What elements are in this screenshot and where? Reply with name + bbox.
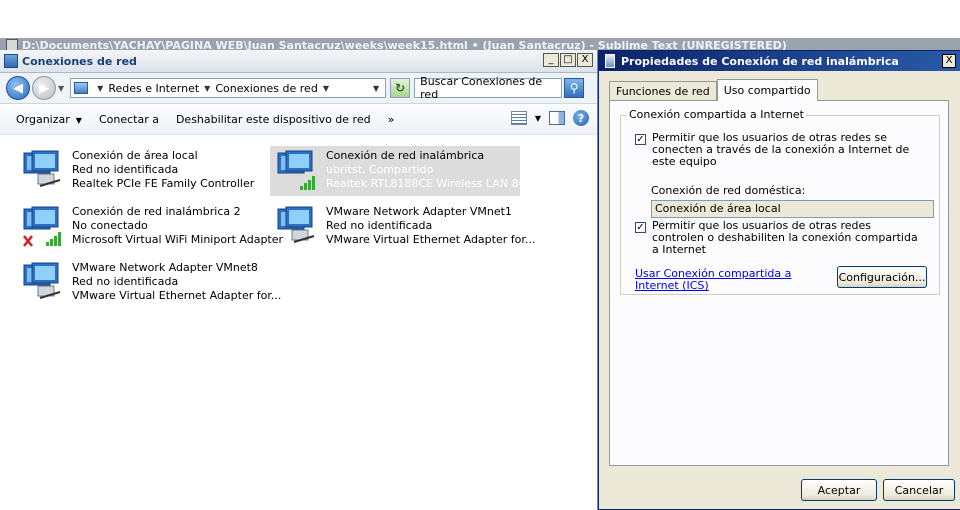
address-dropdown-icon[interactable]: ▼ [373, 84, 379, 93]
connection-item[interactable]: Conexión de área local Red no identifica… [16, 146, 266, 196]
organize-label: Organizar [16, 112, 70, 126]
allow-control-option[interactable]: ✓ Permitir que los usuarios de otras red… [635, 220, 922, 256]
control-panel-icon [74, 82, 89, 94]
connection-status: No conectado [72, 219, 148, 232]
connection-status: Red no identificada [72, 275, 179, 288]
explorer-title: Conexiones de red [22, 54, 137, 68]
command-bar: Organizar ▼ Conectar a Deshabilitar este … [0, 104, 597, 135]
maximize-button[interactable]: □ [560, 53, 576, 67]
connection-name: Conexión de área local [72, 149, 198, 162]
connect-button[interactable]: Conectar a [99, 113, 159, 126]
wireless-disconnected-icon [23, 206, 61, 247]
back-button[interactable]: ◀ [6, 76, 30, 100]
home-network-label: Conexión de red doméstica: [651, 184, 806, 197]
dialog-titlebar: Propiedades de Conexión de red inalámbri… [599, 51, 960, 71]
chevron-down-icon[interactable]: ▼ [535, 114, 541, 123]
sharing-tab-panel: Conexión compartida a Internet ✓ Permiti… [609, 100, 949, 466]
network-folder-icon [4, 54, 18, 68]
connection-item-selected[interactable]: Conexión de red inalámbrica ubritst, Com… [270, 146, 536, 196]
chevron-down-icon[interactable]: ▼ [97, 84, 103, 93]
chevron-down-icon[interactable]: ▼ [204, 84, 210, 93]
close-button[interactable]: X [577, 53, 593, 67]
wireless-network-icon [277, 150, 315, 190]
help-icon[interactable]: ? [573, 110, 589, 126]
sublime-titlebar: D:\Documents\YACHAY\PAGINA WEB\Juan Sant… [0, 38, 960, 50]
tab-networking[interactable]: Funciones de red [609, 81, 717, 101]
search-input[interactable]: Buscar Conexiones de red [414, 75, 563, 101]
configuration-button[interactable]: Configuración... [837, 266, 927, 288]
connection-item[interactable]: VMware Network Adapter VMnet8 Red no ide… [16, 258, 281, 308]
dialog-title: Propiedades de Conexión de red inalámbri… [621, 54, 899, 68]
address-row: ◀ ▶ ▼ ▼ Redes e Internet ▼ Conexiones de… [0, 73, 597, 104]
breadcrumb-conexiones[interactable]: Conexiones de red [215, 82, 318, 95]
explorer-window: Conexiones de red _ □ X ◀ ▶ ▼ ▼ Redes e … [0, 50, 598, 510]
tab-sharing[interactable]: Uso compartido [716, 79, 818, 101]
forward-button[interactable]: ▶ [32, 76, 56, 100]
connection-adapter: Realtek RTL8188CE Wireless LAN 80... [326, 177, 537, 190]
connection-adapter: VMware Virtual Ethernet Adapter for... [72, 289, 282, 302]
connection-item[interactable]: VMware Network Adapter VMnet1 Red no ide… [270, 202, 535, 252]
change-view-icon[interactable] [510, 111, 527, 125]
connection-status: ubritst, Compartido [326, 163, 434, 176]
disable-device-button[interactable]: Deshabilitar este dispositivo de red [176, 113, 371, 126]
ics-groupbox: Conexión compartida a Internet ✓ Permiti… [620, 108, 940, 295]
connection-name: VMware Network Adapter VMnet8 [72, 261, 258, 274]
chevron-down-icon[interactable]: ▼ [323, 84, 329, 93]
connection-name: Conexión de red inalámbrica [326, 149, 485, 162]
connection-name: VMware Network Adapter VMnet1 [326, 205, 512, 218]
tab-strip: Funciones de red Uso compartido [609, 79, 818, 101]
sublime-app-icon [6, 39, 18, 50]
search-icon[interactable]: ⚲ [564, 78, 585, 98]
history-dropdown-icon[interactable]: ▼ [58, 84, 64, 93]
connection-item[interactable]: Conexión de red inalámbrica 2 No conecta… [16, 202, 283, 252]
connection-name: Conexión de red inalámbrica 2 [72, 205, 241, 218]
properties-dialog: Propiedades de Conexión de red inalámbri… [598, 50, 960, 510]
preview-pane-icon[interactable] [549, 111, 565, 125]
ics-help-link[interactable]: Usar Conexión compartida a Internet (ICS… [635, 268, 825, 292]
chevron-down-icon: ▼ [75, 115, 82, 125]
cancel-button[interactable]: Cancelar [883, 479, 955, 501]
allow-control-checkbox[interactable]: ✓ [635, 222, 646, 233]
connection-adapter: Realtek PCIe FE Family Controller [72, 177, 255, 190]
connection-status: Red no identificada [326, 219, 433, 232]
minimize-button[interactable]: _ [543, 53, 559, 67]
address-bar[interactable]: ▼ Redes e Internet ▼ Conexiones de red ▼… [70, 78, 387, 98]
explorer-titlebar: Conexiones de red _ □ X [0, 50, 597, 73]
ok-button[interactable]: Aceptar [801, 479, 877, 501]
wired-network-icon [277, 206, 315, 243]
home-network-field[interactable]: Conexión de área local [651, 200, 934, 218]
refresh-button[interactable]: ↻ [390, 78, 411, 98]
connection-adapter: VMware Virtual Ethernet Adapter for... [326, 233, 536, 246]
organize-menu[interactable]: Organizar ▼ [16, 113, 82, 126]
connection-status: Red no identificada [72, 163, 179, 176]
allow-share-option[interactable]: ✓ Permitir que los usuarios de otras red… [635, 132, 922, 168]
sublime-title: D:\Documents\YACHAY\PAGINA WEB\Juan Sant… [22, 39, 787, 50]
allow-control-label: Permitir que los usuarios de otras redes… [652, 219, 918, 256]
group-title: Conexión compartida a Internet [627, 108, 806, 121]
connection-adapter: Microsoft Virtual WiFi Miniport Adapter [72, 233, 284, 246]
breadcrumb-redes[interactable]: Redes e Internet [108, 82, 199, 95]
wired-network-icon [23, 150, 61, 187]
wired-network-icon [23, 262, 61, 299]
wireless-adapter-icon [605, 54, 615, 68]
more-commands-button[interactable]: » [388, 113, 395, 126]
allow-share-label: Permitir que los usuarios de otras redes… [652, 131, 910, 168]
dialog-close-button[interactable]: X [942, 54, 956, 68]
allow-share-checkbox[interactable]: ✓ [635, 134, 646, 145]
